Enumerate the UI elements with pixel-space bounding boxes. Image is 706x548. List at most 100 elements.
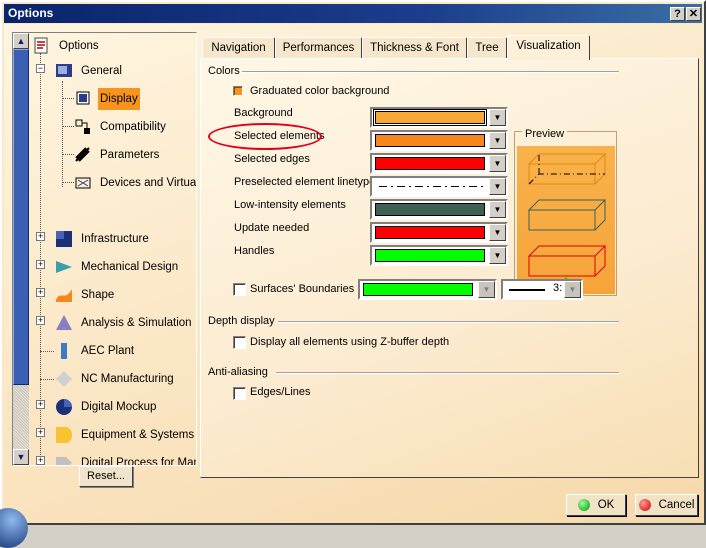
tree-item-parameters[interactable]: Parameters — [74, 144, 161, 166]
digital-process-icon — [55, 454, 73, 465]
surfaces-boundaries-checkbox[interactable] — [233, 283, 246, 296]
low-intensity-label: Low-intensity elements — [234, 199, 346, 211]
parameters-icon — [74, 146, 92, 164]
scroll-down-arrow-icon[interactable]: ▼ — [13, 449, 29, 465]
selected-edges-combo[interactable]: ▼ — [370, 153, 508, 174]
tree-item-compatibility[interactable]: Compatibility — [74, 116, 168, 138]
surfaces-thickness-combo[interactable]: 3: 0 ▼ — [501, 279, 583, 300]
reset-button[interactable]: Reset... — [79, 466, 133, 487]
dialog-client: ▲ ▼ Options − General Display Compatibil… — [0, 24, 704, 548]
nc-manufacturing-icon — [55, 370, 73, 388]
mechanical-icon — [55, 258, 73, 276]
surfaces-boundaries-label: Surfaces' Boundaries — [250, 283, 355, 295]
chevron-down-icon[interactable]: ▼ — [489, 201, 506, 218]
handles-combo[interactable]: ▼ — [370, 245, 508, 266]
expander-equipment[interactable]: + — [36, 428, 45, 437]
thickness-line — [509, 289, 545, 291]
expander-mechanical[interactable]: + — [36, 260, 45, 269]
tree-item-aec-plant[interactable]: AEC Plant — [55, 340, 136, 362]
preview-box — [517, 146, 615, 295]
options-icon — [33, 37, 51, 55]
expander-analysis[interactable]: + — [36, 316, 45, 325]
expander-shape[interactable]: + — [36, 288, 45, 297]
tab-navigation[interactable]: Navigation — [202, 37, 275, 59]
depth-section-title: Depth display — [208, 315, 275, 327]
tab-performances[interactable]: Performances — [275, 37, 362, 59]
expander-digital-mockup[interactable]: + — [36, 400, 45, 409]
tree-item-mechanical-design[interactable]: Mechanical Design — [55, 256, 180, 278]
cancel-button[interactable]: Cancel — [635, 494, 698, 516]
update-needed-swatch — [375, 226, 485, 239]
colors-section-title: Colors — [208, 65, 240, 77]
edges-lines-checkbox[interactable] — [233, 387, 246, 400]
background-color-combo[interactable]: ▼ — [370, 107, 508, 128]
preview-drawing — [527, 153, 607, 295]
tab-visualization[interactable]: Visualization — [507, 35, 590, 60]
close-button[interactable]: ✕ — [686, 7, 701, 21]
antialias-section-title: Anti-aliasing — [208, 366, 268, 378]
chevron-down-icon[interactable]: ▼ — [489, 132, 506, 149]
compatibility-icon — [74, 118, 92, 136]
chevron-down-icon[interactable]: ▼ — [489, 155, 506, 172]
update-needed-label: Update needed — [234, 222, 310, 234]
graduated-background-checkbox[interactable] — [233, 86, 243, 96]
chevron-down-icon[interactable]: ▼ — [489, 178, 506, 195]
preselected-linetype-combo[interactable]: ▼ — [370, 176, 508, 197]
title-bar: Options ? ✕ — [4, 4, 702, 23]
options-tree: ▲ ▼ Options − General Display Compatibil… — [12, 32, 197, 466]
chevron-down-icon[interactable]: ▼ — [489, 247, 506, 264]
tree-item-options[interactable]: Options — [33, 35, 101, 57]
tree-item-shape[interactable]: Shape — [55, 284, 116, 306]
preselected-linetype-label: Preselected element linetype — [234, 176, 376, 188]
display-icon — [74, 90, 92, 108]
tree-item-analysis[interactable]: Analysis & Simulation — [55, 312, 194, 334]
chevron-down-icon[interactable]: ▼ — [489, 109, 506, 126]
options-dialog: Options ? ✕ ▲ ▼ Options − General Displa… — [0, 0, 706, 548]
tree-scrollbar[interactable]: ▲ ▼ — [13, 33, 29, 465]
tree-item-nc-manufacturing[interactable]: NC Manufacturing — [55, 368, 176, 390]
help-button[interactable]: ? — [670, 7, 685, 21]
window-title: Options — [8, 6, 54, 20]
expander-infrastructure[interactable]: + — [36, 232, 45, 241]
graduated-background-label: Graduated color background — [250, 85, 390, 97]
expander-general[interactable]: − — [36, 64, 45, 73]
low-intensity-combo[interactable]: ▼ — [370, 199, 508, 220]
chevron-down-icon[interactable]: ▼ — [489, 224, 506, 241]
scroll-up-arrow-icon[interactable]: ▲ — [13, 33, 29, 49]
selected-edges-label: Selected edges — [234, 153, 310, 165]
linetype-swatch — [375, 180, 485, 193]
chevron-down-icon[interactable]: ▼ — [478, 281, 495, 298]
zbuffer-label: Display all elements using Z-buffer dept… — [250, 336, 450, 348]
scroll-thumb[interactable] — [13, 49, 29, 385]
tree-item-general[interactable]: General — [55, 60, 124, 82]
infrastructure-icon — [55, 230, 73, 248]
zbuffer-checkbox[interactable] — [233, 336, 246, 349]
low-intensity-swatch — [375, 203, 485, 216]
handles-swatch — [375, 249, 485, 262]
tree-item-infrastructure[interactable]: Infrastructure — [55, 228, 151, 250]
edges-lines-label: Edges/Lines — [250, 386, 311, 398]
tree-item-equipment[interactable]: Equipment & Systems — [55, 424, 196, 446]
tree-item-digital-process[interactable]: Digital Process for Manuf — [55, 452, 196, 465]
chevron-down-icon[interactable]: ▼ — [564, 281, 581, 298]
selected-edges-swatch — [375, 157, 485, 170]
tree-item-digital-mockup[interactable]: Digital Mockup — [55, 396, 158, 418]
aec-plant-icon — [55, 342, 73, 360]
surfaces-color-combo[interactable]: ▼ — [358, 279, 497, 300]
preview-label: Preview — [522, 128, 568, 140]
selected-elements-combo[interactable]: ▼ — [370, 130, 508, 151]
tree-item-devices[interactable]: Devices and Virtual R — [74, 172, 196, 194]
background-label: Background — [234, 107, 293, 119]
surfaces-color-swatch — [363, 283, 473, 296]
analysis-icon — [55, 314, 73, 332]
expander-digital-process[interactable]: + — [36, 456, 45, 465]
selected-elements-swatch — [375, 134, 485, 147]
tab-thickness-font[interactable]: Thickness & Font — [362, 37, 467, 59]
tree-item-display[interactable]: Display — [74, 88, 140, 110]
update-needed-combo[interactable]: ▼ — [370, 222, 508, 243]
ok-button[interactable]: OK — [566, 494, 626, 516]
handles-label: Handles — [234, 245, 275, 257]
tab-tree[interactable]: Tree — [467, 37, 507, 59]
equipment-icon — [55, 426, 73, 444]
globe-logo-icon — [0, 508, 28, 548]
